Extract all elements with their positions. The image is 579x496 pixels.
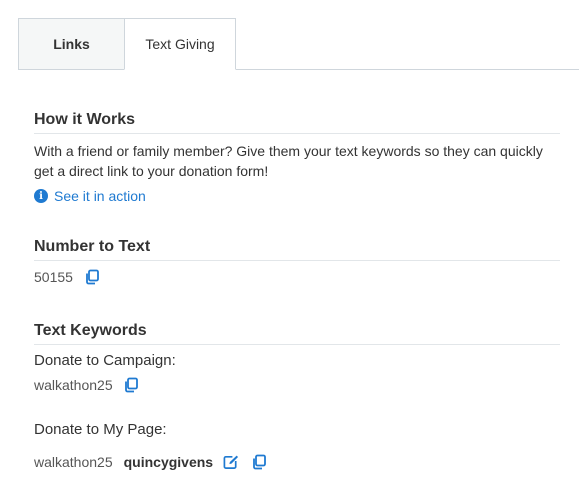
tab-bar: Links Text Giving	[18, 18, 579, 70]
see-it-in-action-label: See it in action	[54, 188, 146, 204]
copy-icon[interactable]	[84, 269, 100, 285]
donate-to-my-page-label: Donate to My Page:	[34, 421, 167, 438]
copy-icon[interactable]	[251, 454, 267, 470]
text-keywords-heading: Text Keywords	[34, 322, 560, 345]
donate-to-campaign-label: Donate to Campaign:	[34, 352, 176, 369]
tab-links[interactable]: Links	[18, 18, 125, 70]
my-page-keyword-suffix: quincygivens	[123, 454, 214, 470]
how-it-works-heading: How it Works	[34, 111, 560, 134]
number-to-text-heading: Number to Text	[34, 238, 560, 261]
info-icon: i	[34, 189, 48, 203]
edit-icon[interactable]	[223, 454, 239, 470]
my-page-keyword-prefix: walkathon25	[34, 454, 113, 470]
tab-text-giving[interactable]: Text Giving	[124, 18, 236, 70]
my-page-keyword-row: walkathon25 quincygivens	[34, 452, 267, 472]
copy-icon[interactable]	[123, 377, 139, 393]
number-row: 50155	[34, 267, 100, 287]
campaign-keyword-row: walkathon25	[34, 375, 139, 395]
how-it-works-description: With a friend or family member? Give the…	[34, 143, 543, 179]
text-number: 50155	[34, 269, 73, 285]
campaign-keyword: walkathon25	[34, 377, 113, 393]
see-it-in-action-link[interactable]: i See it in action	[34, 187, 146, 205]
